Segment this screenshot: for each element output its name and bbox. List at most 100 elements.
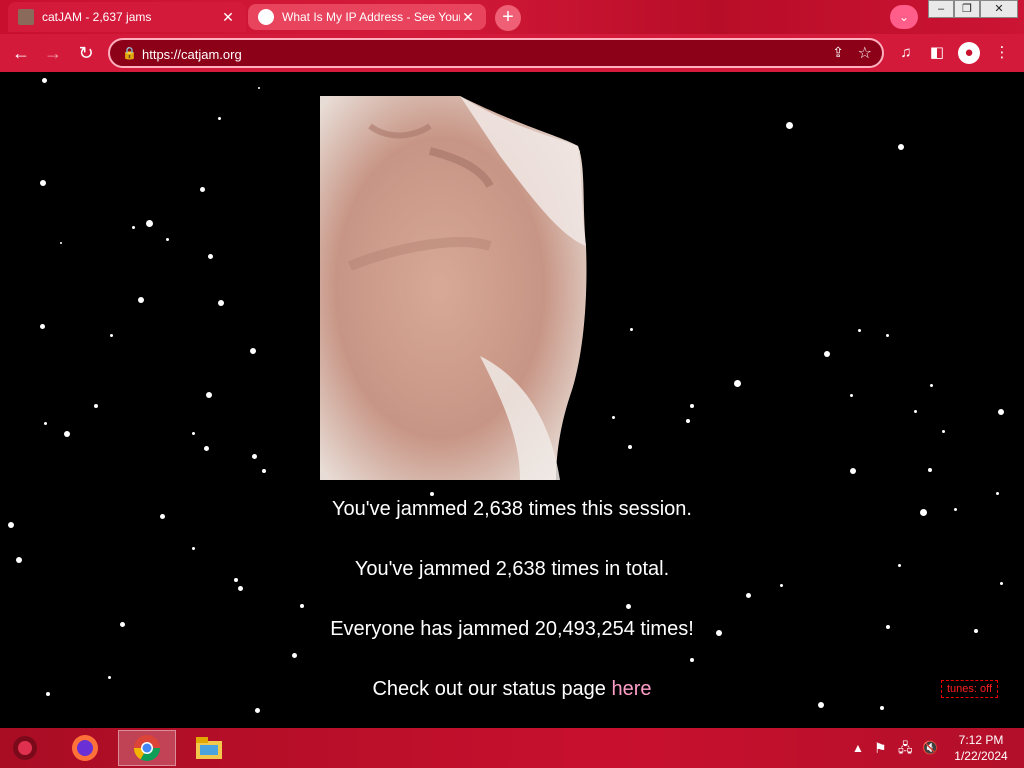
status-page-link[interactable]: here	[612, 678, 652, 700]
star-dot	[818, 702, 824, 708]
session-count-text: You've jammed 2,638 times this session.	[332, 498, 692, 520]
star-dot	[94, 404, 98, 408]
tab-title: What Is My IP Address - See Your	[282, 10, 460, 24]
star-dot	[110, 334, 113, 337]
star-dot	[192, 432, 195, 435]
star-dot	[824, 351, 830, 357]
forward-button[interactable]: →	[40, 40, 66, 66]
firefox-taskbar-icon[interactable]	[56, 730, 114, 766]
system-clock[interactable]: 7:12 PM 1/22/2024	[946, 732, 1016, 764]
star-dot	[166, 238, 169, 241]
clock-time: 7:12 PM	[958, 733, 1004, 747]
cat-favicon-icon	[18, 9, 34, 25]
star-dot	[858, 329, 861, 332]
restore-button[interactable]: ❐	[954, 0, 980, 18]
star-dot	[630, 328, 633, 331]
minimize-button[interactable]: ‒	[928, 0, 954, 18]
address-bar[interactable]: 🔒 ⇪ ☆	[108, 38, 884, 68]
new-tab-button[interactable]: +	[495, 5, 521, 31]
star-dot	[146, 220, 153, 227]
star-dot	[252, 454, 257, 459]
side-panel-icon[interactable]: ◧	[926, 42, 948, 64]
star-dot	[430, 492, 434, 496]
star-dot	[42, 78, 47, 83]
share-icon[interactable]: ⇪	[832, 44, 844, 61]
status-page-prefix: Check out our status page	[372, 678, 612, 700]
browser-chrome: catJAM - 2,637 jams ✕ What Is My IP Addr…	[0, 0, 1024, 72]
star-dot	[626, 604, 631, 609]
tab-ip-address[interactable]: What Is My IP Address - See Your ✕	[248, 4, 486, 30]
close-tab-icon[interactable]: ✕	[460, 9, 476, 26]
star-dot	[612, 416, 615, 419]
star-dot	[786, 122, 793, 129]
close-tab-icon[interactable]: ✕	[220, 9, 236, 26]
bookmark-star-icon[interactable]: ☆	[858, 43, 872, 63]
star-dot	[998, 409, 1004, 415]
star-dot	[886, 334, 889, 337]
star-dot	[208, 254, 213, 259]
page-content: You've jammed 2,638 times this session. …	[0, 72, 1024, 728]
star-dot	[686, 419, 690, 423]
star-dot	[746, 593, 751, 598]
lock-icon: 🔒	[122, 46, 137, 60]
star-dot	[898, 144, 904, 150]
star-dot	[255, 708, 260, 713]
star-dot	[40, 180, 46, 186]
star-dot	[8, 522, 14, 528]
tab-search-button[interactable]: ⌄	[890, 5, 918, 29]
star-dot	[300, 604, 304, 608]
star-dot	[60, 242, 62, 244]
star-dot	[292, 653, 297, 658]
start-button[interactable]	[0, 730, 50, 766]
tray-overflow-icon[interactable]: ▲	[852, 728, 864, 768]
star-dot	[132, 226, 135, 229]
profile-avatar-icon[interactable]: ●	[958, 42, 980, 64]
star-dot	[238, 586, 243, 591]
close-window-button[interactable]: ✕	[980, 0, 1018, 18]
star-dot	[880, 706, 884, 710]
file-explorer-taskbar-icon[interactable]	[180, 730, 238, 766]
star-dot	[250, 348, 256, 354]
star-dot	[1000, 582, 1003, 585]
star-dot	[690, 658, 694, 662]
globe-icon	[258, 9, 274, 25]
star-dot	[628, 445, 632, 449]
star-dot	[996, 492, 999, 495]
star-dot	[200, 187, 205, 192]
action-center-flag-icon[interactable]: ⚑	[874, 728, 887, 768]
toolbar: ← → ↻ 🔒 ⇪ ☆ ♫ ◧ ● ⋮	[0, 34, 1024, 72]
star-dot	[40, 324, 45, 329]
network-icon[interactable]: 🖧	[898, 728, 913, 768]
star-dot	[218, 300, 224, 306]
star-dot	[928, 468, 932, 472]
clock-date: 1/22/2024	[954, 749, 1008, 763]
taskbar: ▲ ⚑ 🖧 🔇 7:12 PM 1/22/2024	[0, 728, 1024, 768]
star-dot	[930, 384, 933, 387]
star-dot	[262, 469, 266, 473]
tab-catjam[interactable]: catJAM - 2,637 jams ✕	[8, 2, 246, 32]
tunes-toggle[interactable]: tunes: off	[941, 680, 999, 698]
url-input[interactable]	[142, 44, 802, 64]
reload-button[interactable]: ↻	[73, 40, 99, 66]
total-count-text: You've jammed 2,638 times in total.	[354, 558, 670, 580]
volume-muted-icon[interactable]: 🔇	[922, 728, 938, 768]
star-dot	[850, 394, 853, 397]
tab-strip: catJAM - 2,637 jams ✕ What Is My IP Addr…	[0, 0, 1024, 34]
star-dot	[734, 380, 741, 387]
star-dot	[690, 404, 694, 408]
status-page-line: Check out our status page here	[0, 678, 1024, 701]
star-dot	[44, 422, 47, 425]
star-dot	[850, 468, 856, 474]
star-dot	[914, 410, 917, 413]
chrome-taskbar-icon[interactable]	[118, 730, 176, 766]
star-dot	[192, 547, 195, 550]
star-dot	[206, 392, 212, 398]
global-count-text: Everyone has jammed 20,493,254 times!	[330, 618, 694, 640]
star-dot	[218, 117, 221, 120]
back-button[interactable]: ←	[8, 40, 34, 66]
media-control-icon[interactable]: ♫	[895, 42, 917, 64]
menu-kebab-icon[interactable]: ⋮	[991, 42, 1013, 64]
star-dot	[780, 584, 783, 587]
star-dot	[64, 431, 70, 437]
star-dot	[942, 430, 945, 433]
